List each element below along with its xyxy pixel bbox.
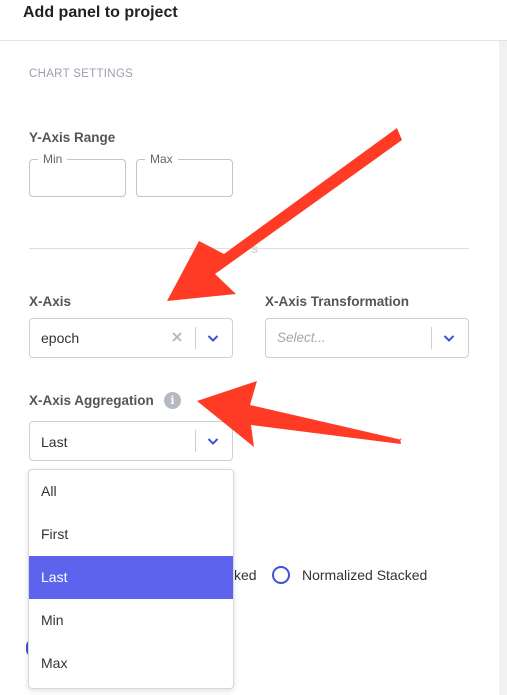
x-axis-transformation-select[interactable]: Select...	[265, 318, 469, 358]
dropdown-option-label: All	[41, 483, 57, 499]
panel-header: Add panel to project	[0, 0, 507, 41]
x-axis-aggregation-select[interactable]: Last	[29, 421, 233, 461]
dropdown-option-label: Last	[41, 569, 68, 585]
x-axis-label: X-Axis	[29, 294, 72, 309]
aggregation-dropdown-menu: All First Last Min Max	[28, 469, 234, 689]
y-axis-min-field[interactable]: Min	[29, 152, 126, 197]
dropdown-option-label: Min	[41, 612, 64, 628]
x-axis-select[interactable]: epoch	[29, 318, 233, 358]
section-title-chart-settings: CHART SETTINGS	[29, 68, 134, 80]
chevron-down-icon[interactable]	[442, 331, 456, 345]
divider-ghost-text: s	[251, 241, 259, 256]
y-axis-max-legend: Max	[145, 152, 178, 166]
info-icon[interactable]: i	[164, 392, 181, 409]
x-axis-aggregation-select-value: Last	[41, 434, 68, 450]
y-axis-min-legend: Min	[38, 152, 68, 166]
page-title: Add panel to project	[23, 4, 178, 21]
annotation-arrow	[167, 128, 402, 301]
section-divider	[29, 248, 469, 249]
scrollbar[interactable]	[499, 41, 507, 695]
x-axis-select-value: epoch	[41, 330, 80, 346]
dropdown-option-first[interactable]: First	[29, 513, 233, 556]
normalized-stacked-radio[interactable]	[272, 566, 290, 584]
close-icon[interactable]	[170, 330, 184, 344]
dropdown-option-all[interactable]: All	[29, 470, 233, 513]
select-separator	[195, 430, 196, 452]
y-axis-max-field[interactable]: Max	[136, 152, 233, 197]
dropdown-option-label: First	[41, 526, 69, 542]
dropdown-option-label: Max	[41, 655, 68, 671]
x-axis-aggregation-label: X-Axis Aggregation	[29, 393, 154, 408]
x-axis-transformation-placeholder: Select...	[277, 330, 326, 345]
normalized-stacked-label: Normalized Stacked	[302, 567, 428, 583]
y-axis-range-label: Y-Axis Range	[29, 130, 116, 145]
dropdown-option-max[interactable]: Max	[29, 642, 233, 685]
x-axis-transformation-label: X-Axis Transformation	[265, 294, 410, 309]
dropdown-option-last[interactable]: Last	[29, 556, 233, 599]
select-separator	[195, 327, 196, 349]
chevron-down-icon[interactable]	[206, 331, 220, 345]
stacked-option-label: ked	[234, 567, 257, 583]
chevron-down-icon[interactable]	[206, 434, 220, 448]
select-separator	[431, 327, 432, 349]
dropdown-option-min[interactable]: Min	[29, 599, 233, 642]
